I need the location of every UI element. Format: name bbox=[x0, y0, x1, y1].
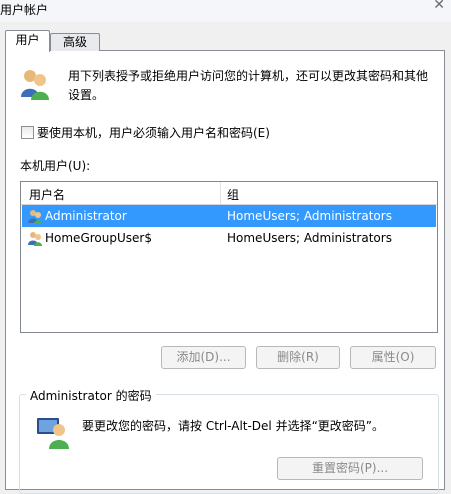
users-listview[interactable]: 用户名 组 Administrator HomeUsers; Administr… bbox=[20, 181, 438, 333]
users-icon bbox=[18, 67, 52, 104]
require-login-checkbox[interactable] bbox=[21, 126, 34, 139]
column-header-group[interactable]: 组 bbox=[227, 186, 239, 203]
close-icon[interactable]: ✕ bbox=[433, 0, 445, 13]
require-login-label[interactable]: 要使用本机，用户必须输入用户名和密码(E) bbox=[37, 124, 270, 141]
user-group-cell: HomeUsers; Administrators bbox=[227, 209, 392, 223]
title-bar: 用户帐户 ✕ bbox=[0, 0, 451, 22]
list-header: 用户名 组 bbox=[21, 182, 437, 205]
column-divider[interactable] bbox=[220, 182, 221, 204]
user-group-cell: HomeUsers; Administrators bbox=[227, 231, 392, 245]
add-user-button[interactable]: 添加(D)... bbox=[161, 346, 246, 369]
user-icon bbox=[27, 230, 43, 249]
password-user-icon bbox=[35, 414, 71, 453]
delete-user-button[interactable]: 删除(R) bbox=[256, 346, 340, 369]
table-row[interactable]: HomeGroupUser$ HomeUsers; Administrators bbox=[22, 227, 436, 249]
user-icon bbox=[27, 208, 43, 227]
table-row[interactable]: Administrator HomeUsers; Administrators bbox=[22, 205, 436, 227]
tab-advanced[interactable]: 高级 bbox=[50, 33, 100, 51]
window-title: 用户帐户 bbox=[0, 3, 49, 17]
tab-users[interactable]: 用户 bbox=[5, 30, 50, 52]
user-name-cell: HomeGroupUser$ bbox=[45, 231, 152, 245]
intro-text: 用下列表授予或拒绝用户访问您的计算机，还可以更改其密码和其他设置。 bbox=[68, 69, 429, 102]
column-header-username[interactable]: 用户名 bbox=[29, 186, 65, 203]
password-group-title: Administrator 的密码 bbox=[26, 387, 156, 404]
password-instructions: 要更改您的密码，请按 Ctrl-Alt-Del 并选择“更改密码”。 bbox=[82, 419, 385, 433]
reset-password-button[interactable]: 重置密码(P)... bbox=[277, 457, 423, 480]
user-name-cell: Administrator bbox=[45, 209, 127, 223]
properties-button[interactable]: 属性(O) bbox=[350, 346, 436, 369]
users-list-caption: 本机用户(U): bbox=[20, 159, 91, 173]
